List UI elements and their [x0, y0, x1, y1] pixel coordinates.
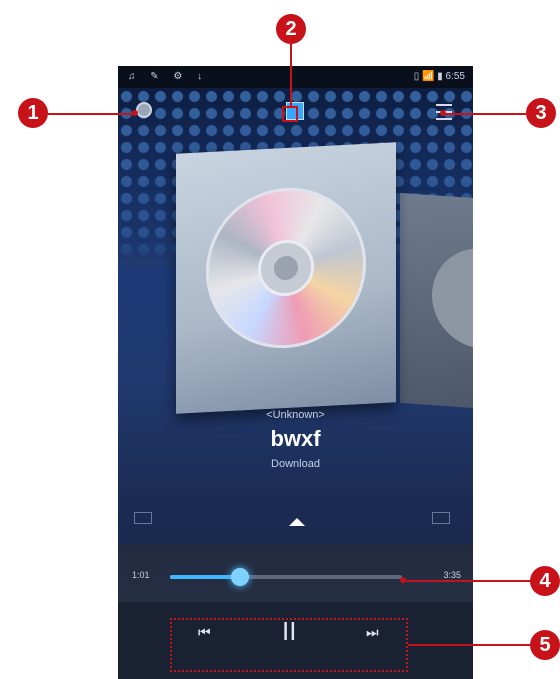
seek-slider[interactable] — [170, 568, 402, 586]
callout-box-5 — [170, 618, 408, 672]
callout-line-5 — [408, 644, 530, 646]
total-time: 3:35 — [443, 570, 461, 580]
callout-line-4 — [406, 580, 530, 582]
seek-bar-area: 1:01 3:35 — [118, 544, 473, 602]
callout-1: 1 — [18, 98, 48, 128]
album-cover[interactable] — [176, 142, 396, 414]
callout-3: 3 — [526, 98, 556, 128]
callout-4: 4 — [530, 566, 560, 596]
callout-5: 5 — [530, 630, 560, 660]
status-bar: ♫ ✎ ⚙ ↓ ▯ 📶 ▮ 6:55 — [118, 66, 473, 88]
disc-icon — [206, 183, 366, 353]
progress-fill — [170, 575, 240, 579]
callout-line-2 — [290, 44, 292, 106]
callout-line-1 — [48, 113, 134, 115]
repeat-icon[interactable] — [432, 512, 450, 524]
callout-dot-3 — [440, 110, 446, 116]
song-title: bwxf — [270, 426, 321, 451]
music-player-screen: ♫ ✎ ⚙ ↓ ▯ 📶 ▮ 6:55 <Unknown> bwxf Downlo… — [118, 66, 473, 679]
expand-arrow-icon[interactable] — [289, 518, 305, 526]
shuffle-icon[interactable] — [134, 512, 152, 524]
callout-dot-4 — [400, 577, 406, 583]
seek-thumb[interactable] — [230, 568, 249, 586]
album-label: Download — [271, 458, 320, 470]
elapsed-time: 1:01 — [132, 570, 150, 580]
system-status: ▯ 📶 ▮ 6:55 — [413, 71, 465, 82]
callout-line-3 — [444, 113, 526, 115]
callout-2: 2 — [276, 14, 306, 44]
artist-label: <Unknown> — [266, 409, 325, 421]
callout-box-2 — [282, 106, 298, 122]
settings-icon[interactable] — [136, 102, 152, 118]
disc-icon — [432, 245, 473, 353]
callout-dot-1 — [132, 110, 138, 116]
next-album-cover[interactable] — [400, 192, 473, 410]
notification-icons: ♫ ✎ ⚙ ↓ — [128, 71, 209, 82]
